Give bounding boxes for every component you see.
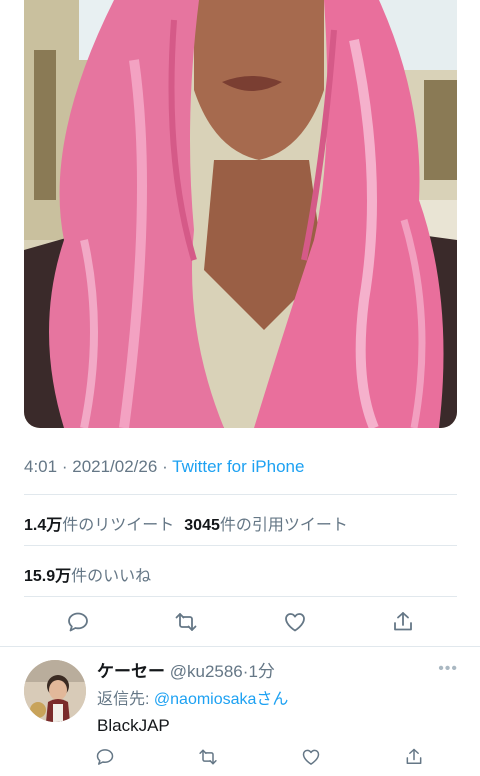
replying-to-label: 返信先: bbox=[97, 691, 154, 708]
likes-count: 15.9万 bbox=[24, 568, 72, 585]
retweets-stat[interactable]: 1.4万件のリツイート bbox=[24, 517, 174, 534]
like-button[interactable] bbox=[275, 602, 315, 642]
quotes-stat[interactable]: 3045件の引用ツイート bbox=[184, 517, 348, 534]
reply-text: BlackJAP bbox=[97, 716, 170, 735]
share-icon bbox=[406, 748, 422, 764]
avatar-image bbox=[24, 660, 86, 722]
meta-separator: · bbox=[61, 457, 68, 476]
reply-share-button[interactable] bbox=[396, 742, 432, 772]
share-icon bbox=[393, 612, 412, 631]
meta-separator: · bbox=[162, 457, 168, 476]
reply-display-name[interactable]: ケーセー bbox=[97, 662, 165, 681]
tweet-meta: 4:01 · 2021/02/26 · Twitter for iPhone bbox=[24, 457, 304, 477]
reply-handle[interactable]: @ku2586 bbox=[170, 662, 243, 681]
replying-to-mention[interactable]: @naomiosaka bbox=[154, 691, 257, 708]
like-icon bbox=[284, 613, 305, 632]
reply-retweet-button[interactable] bbox=[190, 742, 226, 772]
retweets-label: 件のリツイート bbox=[62, 517, 175, 534]
reply-button[interactable] bbox=[58, 602, 98, 642]
replying-to: 返信先: @naomiosakaさん bbox=[97, 685, 288, 709]
divider bbox=[24, 494, 457, 495]
divider bbox=[24, 545, 457, 546]
reply-header: ケーセー @ku2586·1分 bbox=[97, 657, 275, 682]
reply-icon bbox=[68, 612, 89, 632]
avatar[interactable] bbox=[24, 660, 86, 722]
likes-stat[interactable]: 15.9万件のいいね bbox=[24, 562, 151, 586]
divider bbox=[0, 646, 480, 647]
divider bbox=[24, 596, 457, 597]
reply-time[interactable]: 1分 bbox=[248, 662, 274, 681]
retweet-icon bbox=[175, 613, 197, 631]
tweet-photo-image bbox=[24, 0, 457, 428]
reply-icon bbox=[96, 749, 114, 765]
quotes-count: 3045 bbox=[184, 517, 220, 534]
share-button[interactable] bbox=[383, 602, 423, 642]
reply-tweet[interactable]: ケーセー @ku2586·1分 ••• 返信先: @naomiosakaさん B… bbox=[0, 648, 480, 776]
retweets-count: 1.4万 bbox=[24, 517, 63, 534]
reply-action-bar bbox=[87, 742, 432, 772]
more-options-icon[interactable]: ••• bbox=[438, 660, 458, 678]
like-icon bbox=[302, 749, 320, 765]
tweet-time[interactable]: 4:01 bbox=[24, 457, 57, 476]
likes-label: 件のいいね bbox=[71, 568, 152, 585]
tweet-source-link[interactable]: Twitter for iPhone bbox=[172, 457, 304, 476]
tweet-photo[interactable] bbox=[24, 0, 457, 428]
reply-reply-button[interactable] bbox=[87, 742, 123, 772]
replying-to-suffix: さん bbox=[256, 691, 289, 708]
tweet-action-bar bbox=[24, 602, 457, 642]
reply-like-button[interactable] bbox=[293, 742, 329, 772]
quotes-label: 件の引用ツイート bbox=[219, 517, 348, 534]
tweet-date[interactable]: 2021/02/26 bbox=[72, 457, 157, 476]
retweet-quote-stats: 1.4万件のリツイート 3045件の引用ツイート bbox=[24, 511, 348, 535]
retweet-button[interactable] bbox=[166, 602, 206, 642]
retweet-icon bbox=[199, 749, 217, 765]
